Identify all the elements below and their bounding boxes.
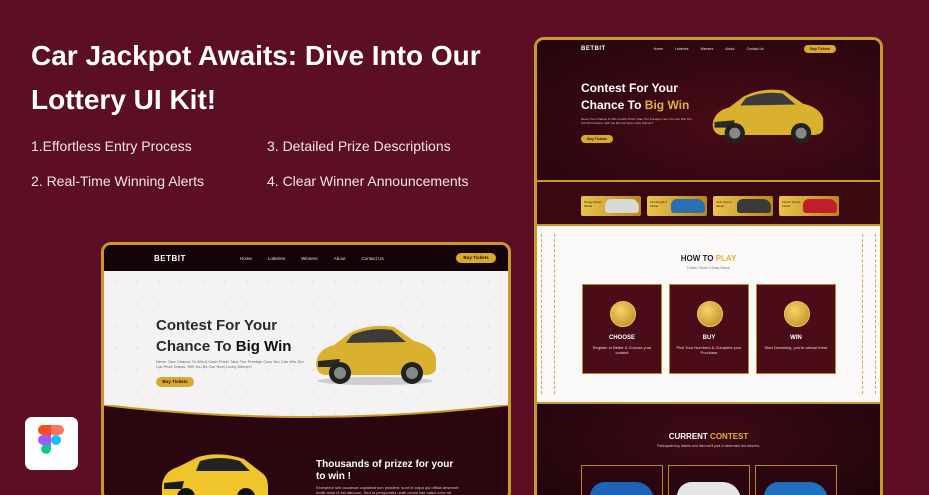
nav-home[interactable]: Home xyxy=(240,256,252,261)
yellow-car-image xyxy=(162,454,268,495)
contest-card[interactable] xyxy=(755,465,837,495)
prizes-text: Excepteur sint occaecat cupidatat non pr… xyxy=(316,485,459,495)
step-text: Register to Better & Choose your contest xyxy=(592,345,652,355)
mockup-left: BETBIT Home Lotteries Winners About Cont… xyxy=(101,242,511,495)
contest-title-highlight: CONTEST xyxy=(710,432,749,441)
nav-winners[interactable]: Winners xyxy=(700,47,713,51)
step-card-choose[interactable]: CHOOSE Register to Better & Choose your … xyxy=(582,284,662,374)
right-headline-line1: Contest For Your xyxy=(581,81,678,95)
hero-headline: Contest For Your Chance To Big Win xyxy=(156,315,291,357)
feature-item: 3. Detailed Prize Descriptions xyxy=(267,138,451,154)
how-to-play-title: HOW TO PLAY xyxy=(537,254,880,263)
feature-item: 4. Clear Winner Announcements xyxy=(267,173,469,189)
nav-contact[interactable]: Contact Us xyxy=(746,47,763,51)
prizes-title-line1: Thousands of prizez for your xyxy=(316,459,454,470)
ticket-card[interactable]: Range Rover Model xyxy=(581,196,641,216)
nav-home[interactable]: Home xyxy=(654,47,663,51)
right-headline-line2: Chance To xyxy=(581,98,642,112)
right-hero-description: Never Your Chance To Win A Cash Prize! T… xyxy=(581,117,692,125)
step-card-buy[interactable]: BUY Pick Your Numbers & Complete your Pu… xyxy=(669,284,749,374)
ticket-label: Lamborghini Model xyxy=(650,200,667,208)
prizes-section: Thousands of prizez for your to win ! Ex… xyxy=(104,423,508,495)
hero-section: Contest For Your Chance To Big Win Never… xyxy=(104,271,508,417)
figma-icon xyxy=(38,425,64,454)
contest-subtitle: Participate buy tickets and then we'll p… xyxy=(656,444,761,448)
hero-description: Never Your Chance To Win A Cash Prize! T… xyxy=(156,359,304,369)
car-image xyxy=(712,89,824,144)
feature-list: 1.Effortless Entry Process 3. Detailed P… xyxy=(31,138,501,189)
step-title: WIN xyxy=(790,335,802,341)
contest-title-text: CURRENT xyxy=(668,432,708,441)
buy-tickets-button[interactable]: Buy Tickets xyxy=(456,253,496,263)
right-headline-highlight: Big Win xyxy=(644,98,690,112)
hero-title: Car Jackpot Awaits: Dive Into Our Lotter… xyxy=(31,40,481,115)
feature-item: 2. Real-Time Winning Alerts xyxy=(31,173,204,189)
how-to-play-section: HOW TO PLAY Follow These 3 Easy Steps! C… xyxy=(537,226,880,402)
contest-card[interactable] xyxy=(668,465,750,495)
step-title: BUY xyxy=(702,335,716,341)
ticket-label: Range Rover Model xyxy=(584,200,602,208)
feature-item: 1.Effortless Entry Process xyxy=(31,138,192,154)
hero-headline-highlight: Big Win xyxy=(235,338,292,355)
nav-winners[interactable]: Winners xyxy=(301,256,318,261)
hero-headline-line2: Chance To xyxy=(156,338,232,355)
logo: BETBIT xyxy=(154,253,186,263)
mockup-left-navbar: BETBIT Home Lotteries Winners About Cont… xyxy=(104,245,508,271)
step-text: Start Dreaming, you're almost there xyxy=(764,345,828,350)
nav-about[interactable]: About xyxy=(334,256,346,261)
buy-tickets-button[interactable]: Buy Tickets xyxy=(804,45,836,53)
mockup-right: BETBIT Home Lotteries Winners About Cont… xyxy=(534,37,883,495)
ticket-label: Audi Sports Model xyxy=(716,200,732,208)
right-hero: BETBIT Home Lotteries Winners About Cont… xyxy=(537,40,880,180)
nav-lotteries[interactable]: Lotteries xyxy=(268,256,285,261)
nav-contact[interactable]: Contact Us xyxy=(361,256,383,261)
how-to-play-title-text: HOW TO xyxy=(680,254,714,263)
nav-links: Home Lotteries Winners About Contact Us xyxy=(654,47,764,51)
ticket-card[interactable]: Lamborghini Model xyxy=(647,196,707,216)
tickets-strip: Range Rover Model Lamborghini Model Audi… xyxy=(537,180,880,226)
ticket-card[interactable]: Audi Sports Model xyxy=(713,196,773,216)
ticket-label: Ferrari Sports Model xyxy=(782,200,801,208)
right-hero-cta[interactable]: Buy Tickets xyxy=(581,135,613,143)
car-image xyxy=(316,325,436,385)
ticket-car xyxy=(605,199,639,213)
contest-card[interactable] xyxy=(581,465,663,495)
step-title: CHOOSE xyxy=(608,335,635,341)
contest-car-image xyxy=(764,482,828,495)
logo: BETBIT xyxy=(581,46,606,52)
contest-title: CURRENT CONTEST xyxy=(537,432,880,441)
ticket-car xyxy=(803,199,837,213)
step-text: Pick Your Numbers & Complete your Purcha… xyxy=(676,345,742,355)
nav-about[interactable]: About xyxy=(725,47,734,51)
trophy-coin-icon xyxy=(784,301,810,327)
ticket-car xyxy=(737,199,771,213)
hand-coin-icon xyxy=(610,301,636,327)
right-hero-headline: Contest For Your Chance To Big Win xyxy=(581,80,689,114)
hero-cta-button[interactable]: Buy Tickets xyxy=(156,377,194,387)
nav-lotteries[interactable]: Lotteries xyxy=(675,47,688,51)
figma-logo xyxy=(25,417,78,470)
nav-links: Home Lotteries Winners About Contact Us xyxy=(240,256,384,261)
hero-curve xyxy=(104,405,508,425)
prizes-title-line2: to win ! xyxy=(316,471,351,482)
contest-car-image xyxy=(590,482,654,495)
hero-headline-line1: Contest For Your xyxy=(156,317,278,334)
prizes-title: Thousands of prizez for your to win ! xyxy=(316,459,453,483)
step-card-win[interactable]: WIN Start Dreaming, you're almost there xyxy=(756,284,836,374)
contest-car-image xyxy=(677,482,741,495)
current-contest-section: CURRENT CONTEST Participate buy tickets … xyxy=(537,402,880,495)
how-to-play-subtitle: Follow These 3 Easy Steps! xyxy=(686,266,731,270)
how-to-play-highlight: PLAY xyxy=(715,254,737,263)
mockup-right-navbar: BETBIT Home Lotteries Winners About Cont… xyxy=(537,40,880,58)
ticket-coin-icon xyxy=(697,301,723,327)
ticket-car xyxy=(671,199,705,213)
ticket-card[interactable]: Ferrari Sports Model xyxy=(779,196,839,216)
